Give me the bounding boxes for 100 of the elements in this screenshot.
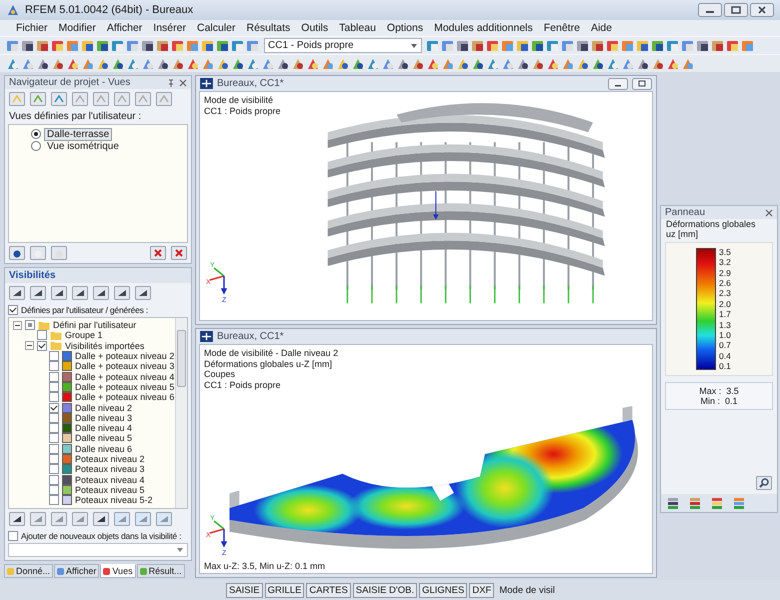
toolbar-icon[interactable]: [606, 38, 620, 52]
tree-checkbox[interactable]: [49, 412, 59, 423]
toolbar-icon[interactable]: [456, 38, 470, 52]
toolbar-icon[interactable]: [636, 56, 650, 70]
view-icon[interactable]: [72, 92, 88, 106]
tree-item-label[interactable]: Dalle niveau 5: [75, 433, 132, 444]
view-tool-icon[interactable]: [9, 246, 25, 260]
checkbox[interactable]: [8, 305, 18, 315]
menu-item[interactable]: Afficher: [106, 22, 142, 34]
tree-item-label[interactable]: Dalle + poteaux niveau 6: [75, 392, 174, 402]
tree-item-label[interactable]: Dalle niveau 2: [75, 402, 132, 413]
visibility-icon[interactable]: [135, 286, 151, 300]
toolbar-icon[interactable]: [471, 38, 485, 52]
maximize-button[interactable]: [724, 3, 748, 17]
radio-button[interactable]: [31, 129, 41, 139]
toolbar-icon[interactable]: [156, 56, 170, 70]
toolbar-icon[interactable]: [141, 38, 155, 52]
toolbar-icon[interactable]: [516, 56, 530, 70]
status-toggle[interactable]: SAISIE D'OB.: [352, 582, 418, 598]
status-toggle[interactable]: CARTES: [306, 582, 351, 598]
view-icon[interactable]: [93, 92, 109, 106]
tree-item-label[interactable]: Défini par l'utilisateur: [53, 320, 136, 330]
maximize-button[interactable]: [632, 78, 652, 90]
toolbar-icon[interactable]: [36, 38, 50, 52]
tree-item-label[interactable]: Poteaux niveau 4: [75, 474, 145, 485]
panel-tab-icon[interactable]: [710, 496, 724, 510]
status-toggle[interactable]: SAISIE: [226, 582, 263, 598]
close-button[interactable]: [750, 3, 774, 17]
tree-item-label[interactable]: Dalle niveau 4: [75, 423, 132, 434]
menu-item[interactable]: Modules additionnels: [434, 22, 533, 34]
status-toggle[interactable]: GLIGNES: [419, 582, 468, 598]
delete-icon[interactable]: [150, 246, 166, 260]
toolbar-icon[interactable]: [651, 56, 665, 70]
view-icon[interactable]: [135, 92, 151, 106]
menu-item[interactable]: Outils: [301, 22, 328, 34]
toolbar-icon[interactable]: [96, 38, 110, 52]
toolbar-icon[interactable]: [531, 38, 545, 52]
toolbar-icon[interactable]: [306, 56, 320, 70]
toolbar-icon[interactable]: [591, 56, 605, 70]
menu-item[interactable]: Modifier: [58, 22, 96, 34]
minimize-button[interactable]: [698, 3, 722, 17]
pin-icon[interactable]: [167, 78, 175, 86]
view-icon[interactable]: [156, 92, 172, 106]
menu-item[interactable]: Calculer: [196, 22, 236, 34]
close-icon[interactable]: [765, 208, 773, 216]
tree-checkbox[interactable]: [37, 340, 47, 351]
tree-checkbox[interactable]: [49, 351, 59, 362]
tree-item-label[interactable]: Poteaux niveau 3: [75, 464, 145, 474]
toolbar-icon[interactable]: [576, 38, 590, 52]
toolbar-icon[interactable]: [591, 38, 605, 52]
toolbar-icon[interactable]: [96, 56, 110, 70]
collapse-toggle[interactable]: [13, 320, 22, 330]
tree-item-label[interactable]: Poteaux niveau 5: [75, 484, 145, 495]
tree-item-label[interactable]: Dalle + poteaux niveau 5: [75, 382, 174, 392]
toolbar-icon[interactable]: [726, 38, 740, 52]
menu-item[interactable]: Fenêtre: [544, 22, 580, 34]
toolbar-icon[interactable]: [411, 56, 425, 70]
visibility-icon[interactable]: [72, 286, 88, 300]
view-icon[interactable]: [51, 92, 67, 106]
menu-item[interactable]: Résultats: [246, 22, 290, 34]
tree-checkbox[interactable]: [49, 454, 59, 464]
collapse-toggle[interactable]: [25, 341, 34, 350]
navigator-tab[interactable]: Résult...: [136, 564, 185, 578]
toolbar-icon[interactable]: [216, 38, 230, 52]
view-option[interactable]: Dalle-terrasse: [44, 128, 112, 140]
checkbox[interactable]: [8, 531, 18, 541]
view-option[interactable]: Vue isométrique: [44, 140, 122, 152]
visibility-icon[interactable]: [9, 286, 25, 300]
toolbar-icon[interactable]: [696, 38, 710, 52]
toolbar-icon[interactable]: [336, 56, 350, 70]
toolbar-icon[interactable]: [36, 56, 50, 70]
tree-item-label[interactable]: Dalle + poteaux niveau 3: [75, 361, 174, 372]
menu-item[interactable]: Insérer: [153, 22, 186, 34]
toolbar-icon[interactable]: [156, 38, 170, 52]
menu-item[interactable]: Options: [386, 22, 424, 34]
menu-item[interactable]: Aide: [590, 22, 612, 34]
toolbar-icon[interactable]: [171, 56, 185, 70]
toolbar-icon[interactable]: [711, 38, 725, 52]
toolbar-icon[interactable]: [531, 56, 545, 70]
navigator-tab[interactable]: Afficher: [54, 564, 100, 578]
menu-item[interactable]: Tableau: [339, 22, 376, 34]
tree-item-label[interactable]: Dalle niveau 6: [75, 444, 132, 454]
toolbar-icon[interactable]: [486, 38, 500, 52]
tree-item-label[interactable]: Groupe 1: [65, 330, 103, 340]
toolbar-icon[interactable]: [111, 56, 125, 70]
tree-checkbox[interactable]: [49, 474, 59, 485]
delete-icon[interactable]: [171, 246, 187, 260]
tree-checkbox[interactable]: [49, 484, 59, 495]
tree-checkbox[interactable]: [49, 423, 59, 434]
toolbar-icon[interactable]: [666, 56, 680, 70]
zoom-icon[interactable]: [756, 476, 772, 490]
panel-tab-icon[interactable]: [666, 496, 680, 510]
tree-checkbox[interactable]: [49, 392, 59, 402]
toolbar-icon[interactable]: [396, 56, 410, 70]
toolbar-icon[interactable]: [231, 56, 245, 70]
status-toggle[interactable]: DXF: [469, 582, 494, 598]
tree-checkbox[interactable]: [49, 433, 59, 444]
toolbar-icon[interactable]: [51, 56, 65, 70]
tree-checkbox[interactable]: [49, 464, 59, 474]
visibility-icon[interactable]: [114, 286, 130, 300]
